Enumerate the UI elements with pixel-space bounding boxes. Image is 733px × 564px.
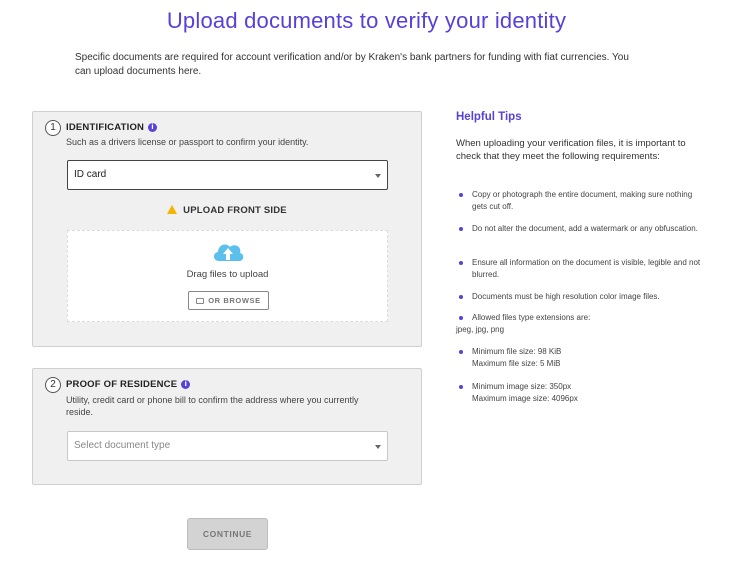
bullet-icon bbox=[459, 350, 463, 354]
folder-icon bbox=[196, 298, 205, 304]
tips-intro: When uploading your verification files, … bbox=[456, 138, 686, 162]
residence-description: Utility, credit card or phone bill to co… bbox=[66, 395, 359, 417]
tips-title: Helpful Tips bbox=[456, 111, 522, 123]
file-dropzone[interactable]: Drag files to upload OR BROWSE bbox=[67, 230, 388, 322]
helpful-tips: Helpful Tips When uploading your verific… bbox=[456, 111, 706, 403]
browse-button[interactable]: OR BROWSE bbox=[188, 291, 269, 310]
bullet-icon bbox=[459, 295, 463, 299]
cloud-upload-icon bbox=[213, 244, 244, 261]
document-type-select[interactable]: Select document type bbox=[67, 431, 388, 461]
chevron-down-icon bbox=[375, 174, 381, 178]
tip-item: Minimum file size: 98 KiB Maximum file s… bbox=[456, 346, 706, 370]
tip-item: Documents must be high resolution color … bbox=[456, 291, 706, 303]
document-type-placeholder: Select document type bbox=[74, 440, 171, 451]
identification-title: IDENTIFICATION bbox=[66, 122, 145, 133]
info-icon[interactable]: i bbox=[181, 380, 191, 389]
info-icon[interactable]: i bbox=[148, 123, 158, 132]
id-type-selected-value: ID card bbox=[74, 169, 107, 180]
residence-heading: PROOF OF RESIDENCE i bbox=[66, 379, 191, 390]
page-title: Upload documents to verify your identity bbox=[166, 8, 567, 33]
tip-item: Do not alter the document, add a waterma… bbox=[456, 223, 706, 235]
intro-text: Specific documents are required for acco… bbox=[75, 52, 629, 77]
residence-title: PROOF OF RESIDENCE bbox=[66, 379, 178, 390]
bullet-icon bbox=[459, 227, 463, 231]
bullet-icon bbox=[459, 385, 463, 389]
drag-files-text: Drag files to upload bbox=[186, 269, 269, 280]
bullet-icon bbox=[459, 193, 463, 197]
bullet-icon bbox=[459, 316, 463, 320]
id-type-select[interactable]: ID card bbox=[67, 160, 388, 190]
identification-description: Such as a drivers license or passport to… bbox=[66, 137, 309, 147]
identification-heading: IDENTIFICATION i bbox=[66, 122, 158, 133]
step-number-1: 1 bbox=[45, 120, 61, 136]
tip-item: Minimum image size: 350px Maximum image … bbox=[456, 381, 706, 405]
step-number-2: 2 bbox=[45, 377, 61, 393]
proof-of-residence-card: 2 PROOF OF RESIDENCE i Utility, credit c… bbox=[32, 368, 422, 485]
warning-icon bbox=[167, 205, 178, 214]
bullet-icon bbox=[459, 261, 463, 265]
upload-front-side-label: UPLOAD FRONT SIDE bbox=[33, 205, 421, 216]
tip-item: Ensure all information on the document i… bbox=[456, 257, 706, 281]
identification-card: 1 IDENTIFICATION i Such as a drivers lic… bbox=[32, 111, 422, 347]
tip-item: Allowed files type extensions are: jpeg,… bbox=[456, 313, 591, 334]
tip-item: Copy or photograph the entire document, … bbox=[456, 189, 706, 213]
chevron-down-icon bbox=[375, 445, 381, 449]
continue-button[interactable]: CONTINUE bbox=[187, 518, 268, 550]
